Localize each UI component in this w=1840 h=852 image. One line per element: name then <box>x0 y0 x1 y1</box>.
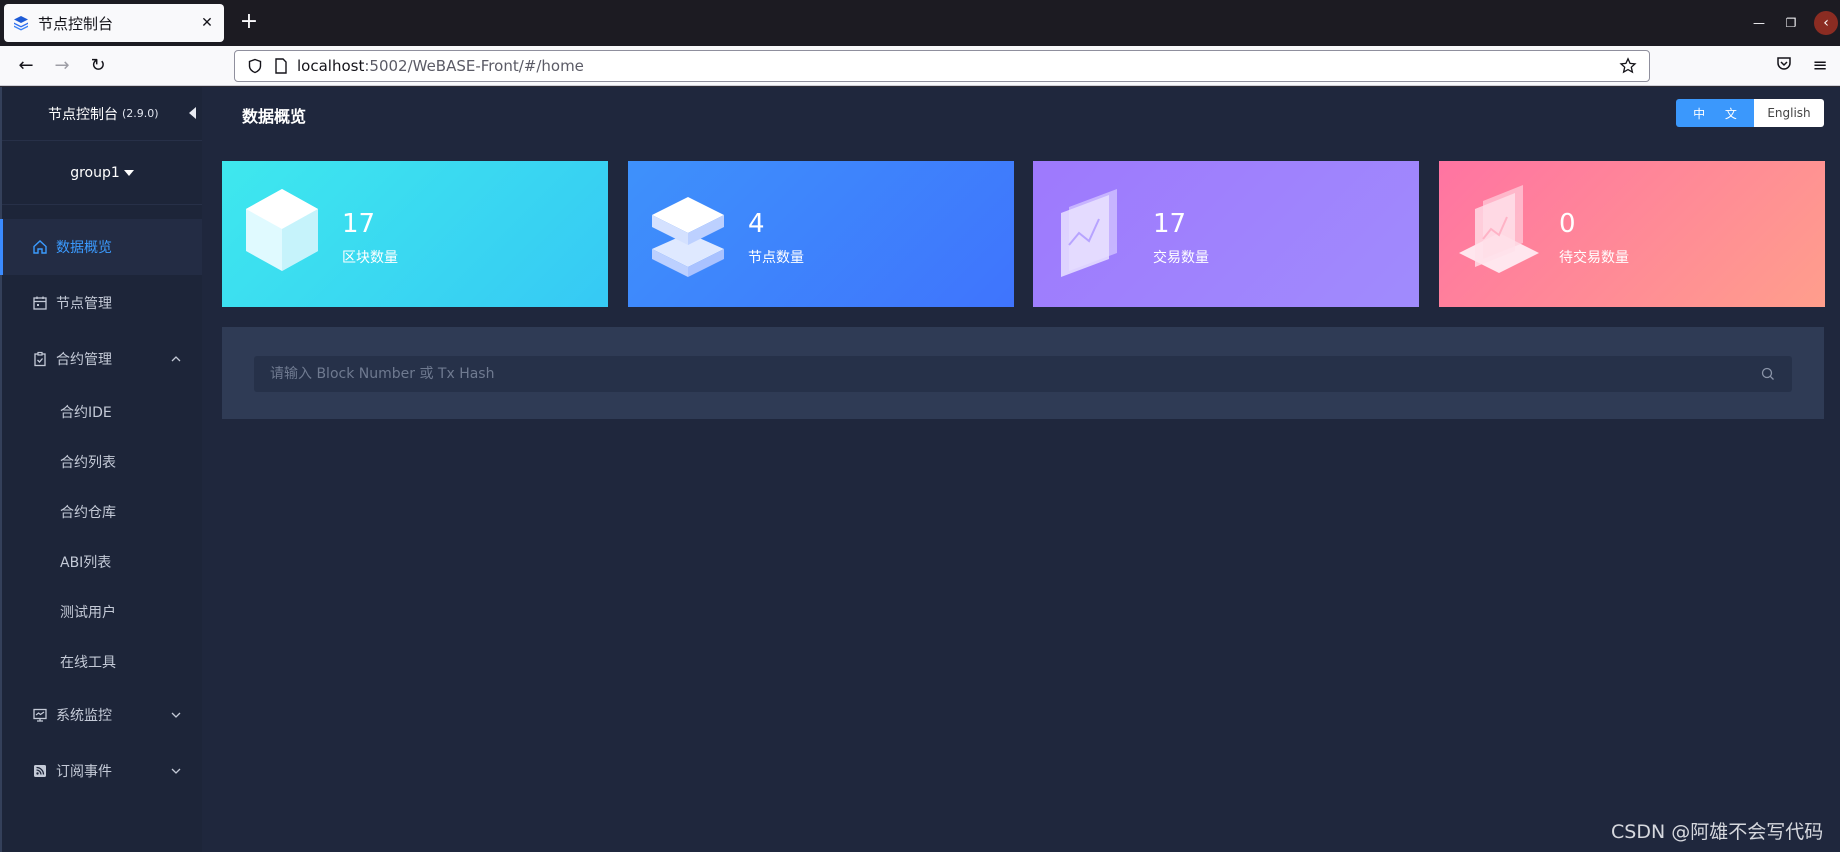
sidebar-item-overview[interactable]: 数据概览 <box>0 219 202 275</box>
lang-chinese-button[interactable]: 中 文 <box>1676 99 1754 127</box>
chevron-down-icon <box>171 768 181 774</box>
sidebar-sub-item-label: 测试用户 <box>60 605 116 621</box>
sidebar-sub-item-online-tools[interactable]: 在线工具 <box>2 637 202 687</box>
card-label: 节点数量 <box>748 250 804 266</box>
cube-icon <box>246 189 318 271</box>
sidebar-sub-item-contract-ide[interactable]: 合约IDE <box>2 387 202 437</box>
card-value: 17 <box>1153 209 1187 239</box>
card-label: 待交易数量 <box>1559 250 1629 266</box>
sidebar-sub-item-contract-list[interactable]: 合约列表 <box>2 437 202 487</box>
url-host: localhost <box>297 57 365 75</box>
forward-button[interactable]: → <box>50 54 74 78</box>
sidebar-sub-item-test-users[interactable]: 测试用户 <box>2 587 202 637</box>
card-value: 17 <box>342 209 376 239</box>
tab-title: 节点控制台 <box>38 14 114 33</box>
app-root: 节点控制台 (2.9.0) group1 数据概览 节点管理 合约管理 合约ID… <box>0 87 1840 852</box>
page-icon <box>271 56 291 76</box>
pocket-icon[interactable] <box>1772 54 1796 78</box>
brand-title: 节点控制台 <box>48 106 118 123</box>
clipboard-check-icon <box>32 351 48 367</box>
page-title: 数据概览 <box>242 107 307 126</box>
sidebar-item-subscribe-events[interactable]: 订阅事件 <box>2 743 202 799</box>
sidebar-menu: 数据概览 节点管理 合约管理 合约IDE 合约列表 合约仓库 ABI列表 测试用… <box>0 205 202 799</box>
restore-window-button[interactable]: ❐ <box>1780 12 1802 34</box>
card-value: 0 <box>1559 209 1576 239</box>
sidebar-brand: 节点控制台 (2.9.0) <box>2 87 202 141</box>
calendar-icon <box>32 295 48 311</box>
layers-icon <box>12 14 30 32</box>
browser-tab-bar: 节点控制台 ✕ + — ❐ ‹ <box>0 0 1840 46</box>
browser-nav-bar: ← → ↻ localhost:5002/WeBASE-Front/#/home… <box>0 46 1840 86</box>
sidebar-item-label: 节点管理 <box>56 296 112 312</box>
chevron-up-icon <box>171 356 181 362</box>
browser-tab[interactable]: 节点控制台 ✕ <box>4 4 224 42</box>
card-label: 区块数量 <box>342 250 398 266</box>
language-switch: 中 文 English <box>1676 99 1824 127</box>
shield-icon[interactable] <box>245 56 265 76</box>
sidebar-sub-item-abi-list[interactable]: ABI列表 <box>2 537 202 587</box>
card-value: 4 <box>748 209 765 239</box>
close-tab-icon[interactable]: ✕ <box>198 14 216 32</box>
pending-transaction-count-card[interactable]: 0 待交易数量 <box>1439 161 1825 307</box>
sidebar-item-label: 订阅事件 <box>56 764 112 780</box>
sidebar-item-label: 合约管理 <box>56 352 112 368</box>
group-selector[interactable]: group1 <box>2 141 202 205</box>
close-window-button[interactable]: ‹ <box>1814 11 1838 35</box>
home-icon <box>32 239 48 255</box>
search-input[interactable] <box>270 357 1760 391</box>
sidebar-item-node-management[interactable]: 节点管理 <box>2 275 202 331</box>
main-content: 数据概览 中 文 English 17 区块数量 4 节点数量 17 交易数量 … <box>202 87 1840 852</box>
group-name: group1 <box>70 164 120 181</box>
sidebar-sub-item-label: 合约列表 <box>60 455 116 471</box>
pending-panel-icon <box>1459 185 1539 273</box>
watermark: CSDN @阿雄不会写代码 <box>1611 821 1824 843</box>
search-panel <box>222 327 1824 419</box>
sidebar-sub-item-label: ABI列表 <box>60 555 112 571</box>
server-stack-icon <box>652 197 724 277</box>
monitor-icon <box>32 707 48 723</box>
rss-icon <box>32 763 48 779</box>
brand-version: (2.9.0) <box>122 107 159 120</box>
search-icon[interactable] <box>1760 366 1776 382</box>
url-path: :5002/WeBASE-Front/#/home <box>364 57 584 75</box>
sidebar-item-label: 系统监控 <box>56 708 112 724</box>
bookmark-star-icon[interactable] <box>1617 55 1639 77</box>
new-tab-button[interactable]: + <box>236 10 262 36</box>
url-bar[interactable]: localhost:5002/WeBASE-Front/#/home <box>234 50 1650 82</box>
collapse-sidebar-icon[interactable] <box>189 107 196 119</box>
url-text: localhost:5002/WeBASE-Front/#/home <box>297 57 1617 75</box>
lang-english-button[interactable]: English <box>1754 99 1824 127</box>
sidebar-sub-item-label: 合约IDE <box>60 405 112 421</box>
search-box <box>254 356 1792 392</box>
sidebar-item-contract-management[interactable]: 合约管理 <box>2 331 202 387</box>
sidebar: 节点控制台 (2.9.0) group1 数据概览 节点管理 合约管理 合约ID… <box>0 87 202 852</box>
transaction-count-card[interactable]: 17 交易数量 <box>1033 161 1419 307</box>
sidebar-sub-item-contract-warehouse[interactable]: 合约仓库 <box>2 487 202 537</box>
chart-panel-icon <box>1061 189 1117 277</box>
block-count-card[interactable]: 17 区块数量 <box>222 161 608 307</box>
menu-hamburger-icon[interactable]: ≡ <box>1808 54 1832 78</box>
sidebar-sub-item-label: 合约仓库 <box>60 505 116 521</box>
card-label: 交易数量 <box>1153 250 1209 266</box>
caret-down-icon <box>123 169 134 176</box>
back-button[interactable]: ← <box>14 54 38 78</box>
sidebar-item-system-monitor[interactable]: 系统监控 <box>2 687 202 743</box>
node-count-card[interactable]: 4 节点数量 <box>628 161 1014 307</box>
chevron-down-icon <box>171 712 181 718</box>
minimize-window-button[interactable]: — <box>1748 12 1770 34</box>
reload-button[interactable]: ↻ <box>86 54 110 78</box>
stat-cards: 17 区块数量 4 节点数量 17 交易数量 0 待交易数量 <box>222 161 1825 307</box>
sidebar-sub-item-label: 在线工具 <box>60 655 116 671</box>
sidebar-item-label: 数据概览 <box>56 240 112 256</box>
